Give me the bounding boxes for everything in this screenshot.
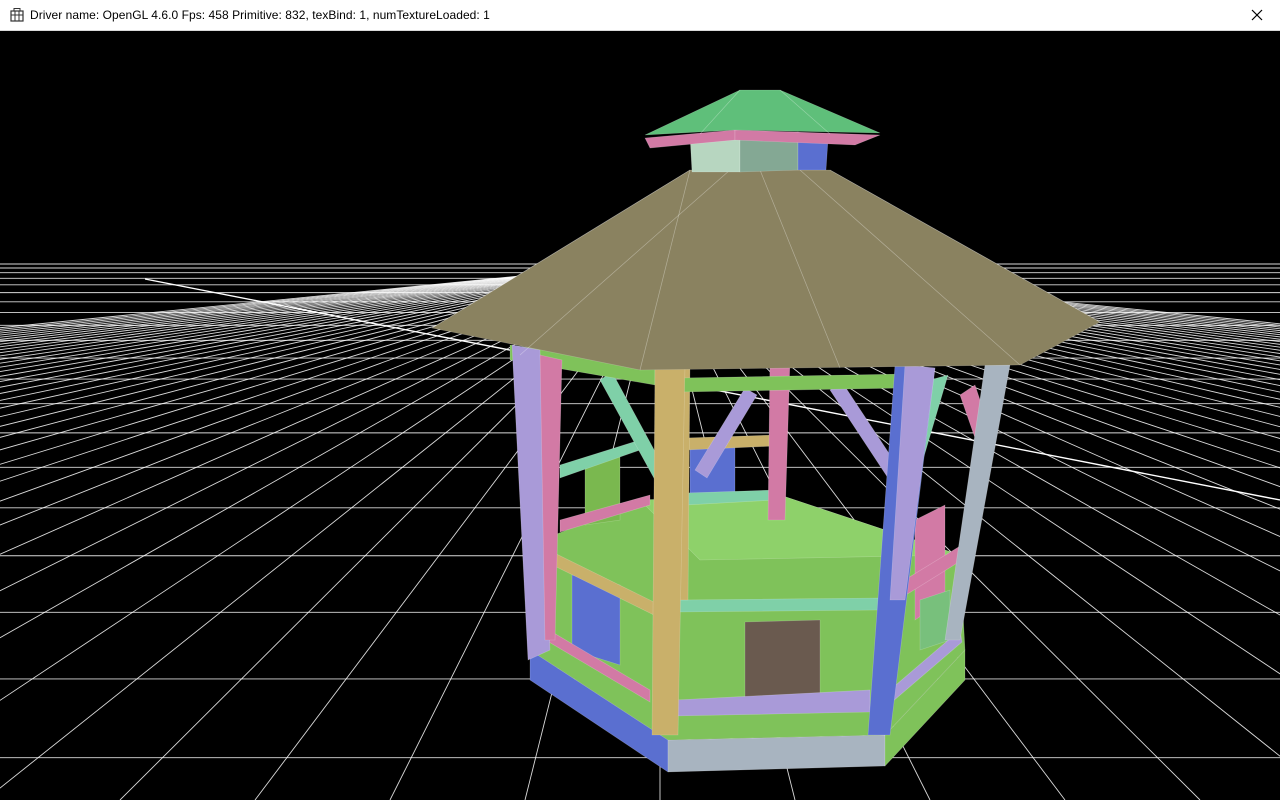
render-viewport[interactable] [0,31,1280,800]
grid-line [0,272,574,345]
front-panel-brown [744,619,821,699]
grid-line [0,272,582,354]
base-panel-front [667,734,886,773]
grid-line [0,272,593,368]
app-window: Driver name: OpenGL 4.6.0 Fps: 458 Primi… [0,0,1280,800]
window-title: Driver name: OpenGL 4.6.0 Fps: 458 Primi… [30,8,490,22]
grid-line [0,272,588,360]
top-beam [679,373,906,393]
grid-line [0,272,577,348]
grid-line [0,272,569,340]
grid-line [0,272,585,357]
3d-scene [0,89,1280,800]
app-window-icon [10,8,24,22]
grid-line [0,272,580,351]
side-panel-green [919,589,951,651]
close-button[interactable] [1234,0,1280,30]
front-rail [677,597,881,613]
close-icon [1251,9,1263,21]
title-bar[interactable]: Driver name: OpenGL 4.6.0 Fps: 458 Primi… [0,0,1280,31]
roof [431,169,1101,371]
cap-top [644,89,881,136]
grid-line [0,272,571,343]
